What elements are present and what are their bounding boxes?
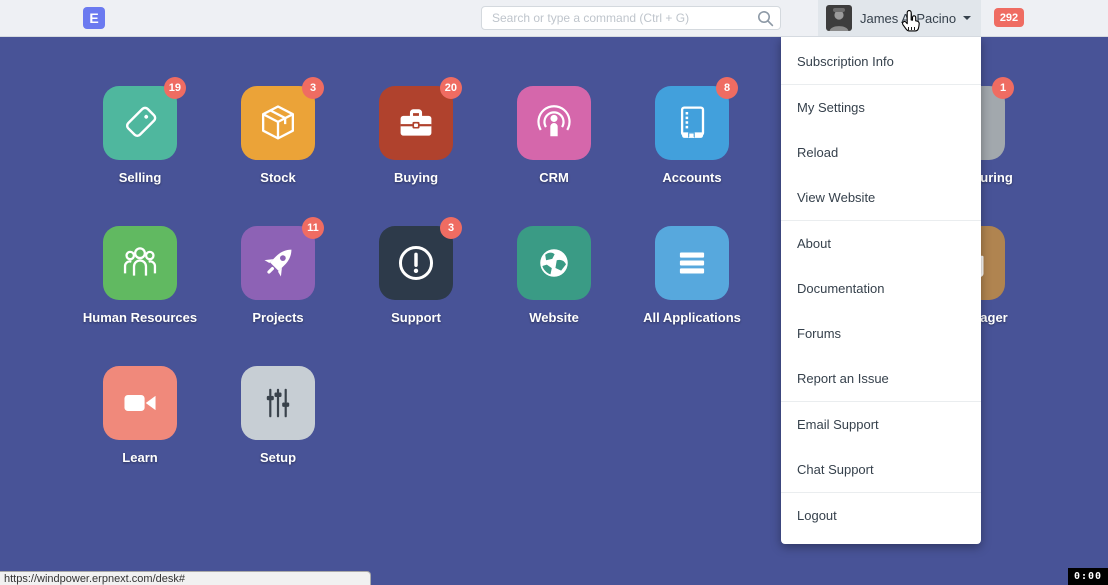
module-label: Support [336,310,496,325]
module-label: Projects [198,310,358,325]
notification-badge: 3 [302,77,324,99]
module-label: Accounts [612,170,772,185]
app-icon-support[interactable]: 3 Support [379,226,453,300]
human-resources-tile [103,226,177,300]
module-label: Stock [198,170,358,185]
menu-item-forums[interactable]: Forums [781,311,981,356]
notifications-count-badge[interactable]: 292 [994,8,1024,27]
app-icon-crm[interactable]: CRM [517,86,591,160]
module-label: Human Resources [60,310,220,325]
menu-item-about[interactable]: About [781,221,981,266]
selling-tile: 19 [103,86,177,160]
crm-tile [517,86,591,160]
search-icon[interactable] [757,10,774,32]
menu-item-documentation[interactable]: Documentation [781,266,981,311]
user-dropdown-menu: Subscription Info My Settings Reload Vie… [781,37,981,544]
app-icon-projects[interactable]: 11 Projects [241,226,315,300]
menu-item-chat-support[interactable]: Chat Support [781,447,981,492]
briefcase-icon [394,101,438,145]
link-preview-status-bar: https://windpower.erpnext.com/desk# [0,571,371,585]
app-icon-setup[interactable]: Setup [241,366,315,440]
user-avatar [826,5,852,31]
module-label: Setup [198,450,358,465]
module-label: Selling [60,170,220,185]
support-tile: 3 [379,226,453,300]
module-label: Learn [60,450,220,465]
user-menu-toggle[interactable]: James Al Pacino [818,0,981,36]
tag-icon [118,101,162,145]
module-label: All Applications [612,310,772,325]
app-icon-selling[interactable]: 19 Selling [103,86,177,160]
notification-badge: 19 [164,77,186,99]
app-icon-human-resources[interactable]: Human Resources [103,226,177,300]
menu-item-my-settings[interactable]: My Settings [781,85,981,130]
app-icon-buying[interactable]: 20 Buying [379,86,453,160]
setup-tile [241,366,315,440]
notification-badge: 3 [440,217,462,239]
search-input[interactable] [481,6,781,30]
module-label: Website [474,310,634,325]
screen-recording-timer: 0:00 [1068,568,1108,585]
module-label: Buying [336,170,496,185]
chevron-down-icon [963,16,971,20]
globe-icon [532,241,576,285]
projects-tile: 11 [241,226,315,300]
notification-badge: 11 [302,217,324,239]
menu-bars-icon [670,241,714,285]
menu-item-reload[interactable]: Reload [781,130,981,175]
menu-item-logout[interactable]: Logout [781,493,981,538]
top-navbar: E James Al Pacino 292 [0,0,1108,37]
box-icon [256,101,300,145]
notification-badge: 20 [440,77,462,99]
app-icon-learn[interactable]: Learn [103,366,177,440]
all-applications-tile [655,226,729,300]
global-search [481,6,781,30]
app-logo[interactable]: E [83,7,105,29]
menu-item-email-support[interactable]: Email Support [781,402,981,447]
menu-item-report-an-issue[interactable]: Report an Issue [781,356,981,401]
app-icon-all-applications[interactable]: All Applications [655,226,729,300]
people-icon [117,240,163,286]
module-label: CRM [474,170,634,185]
accounts-tile: 8 [655,86,729,160]
app-icon-accounts[interactable]: 8 Accounts [655,86,729,160]
stock-tile: 3 [241,86,315,160]
buying-tile: 20 [379,86,453,160]
rocket-icon [255,240,301,286]
exclamation-circle-icon [393,240,439,286]
sliders-icon [256,381,300,425]
video-camera-icon [117,380,163,426]
app-icon-stock[interactable]: 3 Stock [241,86,315,160]
menu-item-subscription-info[interactable]: Subscription Info [781,39,981,84]
app-icon-website[interactable]: Website [517,226,591,300]
person-broadcast-icon [531,100,577,146]
learn-tile [103,366,177,440]
ledger-book-icon [670,101,714,145]
user-name: James Al Pacino [860,11,956,26]
notification-badge: 8 [716,77,738,99]
website-tile [517,226,591,300]
notification-badge: 1 [992,77,1014,99]
menu-item-view-website[interactable]: View Website [781,175,981,220]
